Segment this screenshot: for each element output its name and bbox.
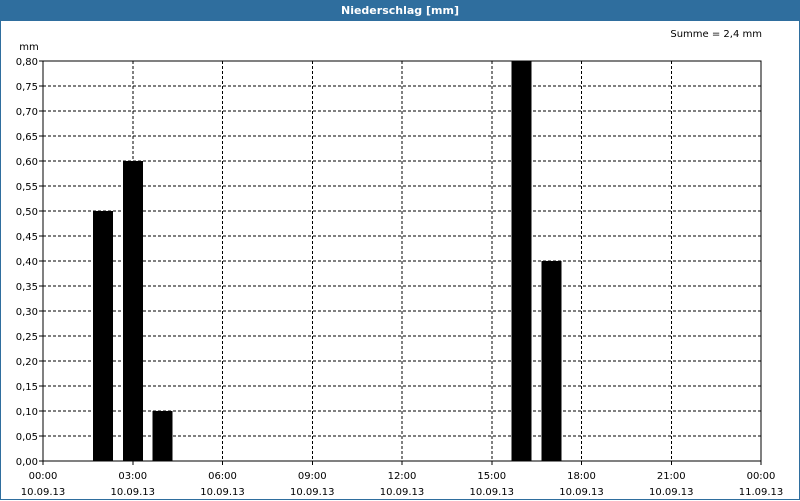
y-tick-label: 0,40 [16, 257, 38, 268]
precipitation-bar [511, 61, 532, 461]
y-axis-unit-label: mm [19, 42, 38, 53]
y-tick-label: 0,50 [16, 207, 38, 218]
x-tick-time-label: 12:00 [388, 471, 417, 482]
y-tick-label: 0,80 [16, 57, 38, 68]
y-tick-label: 0,45 [16, 232, 38, 243]
precipitation-bar [541, 261, 562, 461]
x-tick-date-label: 10.09.13 [200, 487, 245, 498]
y-tick-label: 0,25 [16, 332, 38, 343]
x-tick-time-label: 15:00 [477, 471, 506, 482]
precipitation-bar [152, 411, 173, 461]
x-tick-time-label: 06:00 [208, 471, 237, 482]
y-tick-label: 0,00 [16, 457, 38, 468]
y-tick-label: 0,20 [16, 357, 38, 368]
y-tick-label: 0,35 [16, 282, 38, 293]
y-tick-label: 0,15 [16, 382, 38, 393]
x-tick-date-label: 10.09.13 [21, 487, 66, 498]
y-tick-label: 0,60 [16, 157, 38, 168]
chart-window: Niederschlag [mm] 0,00 0,05 0,10 0,15 0,20 0,… [0, 0, 800, 500]
sum-annotation: Summe = 2,4 mm [670, 29, 762, 40]
x-tick-date-label: 10.09.13 [469, 487, 514, 498]
y-tick-label: 0,55 [16, 182, 38, 193]
y-tick-label: 0,70 [16, 107, 38, 118]
y-tick-label: 0,05 [16, 432, 38, 443]
x-tick-time-label: 09:00 [298, 471, 327, 482]
x-tick-time-label: 03:00 [118, 471, 147, 482]
x-tick-date-label: 10.09.13 [649, 487, 694, 498]
precipitation-chart: 0,00 0,05 0,10 0,15 0,20 0,25 0,30 0,35 0,40 0,45… [16, 29, 784, 498]
y-tick-label: 0,65 [16, 132, 38, 143]
y-tick-label: 0,75 [16, 82, 38, 93]
x-tick-time-label: 00:00 [29, 471, 58, 482]
precipitation-bar [122, 161, 143, 461]
x-tick-time-label: 21:00 [657, 471, 686, 482]
precipitation-bar [92, 211, 113, 461]
y-tick-label: 0,10 [16, 407, 38, 418]
x-tick-date-label: 10.09.13 [290, 487, 335, 498]
x-tick-time-label: 00:00 [747, 471, 776, 482]
x-tick-date-label: 10.09.13 [380, 487, 425, 498]
x-tick-date-label: 11.09.13 [739, 487, 784, 498]
x-tick-date-label: 10.09.13 [110, 487, 155, 498]
x-tick-time-label: 18:00 [567, 471, 596, 482]
x-tick-date-label: 10.09.13 [559, 487, 604, 498]
y-tick-label: 0,30 [16, 307, 38, 318]
